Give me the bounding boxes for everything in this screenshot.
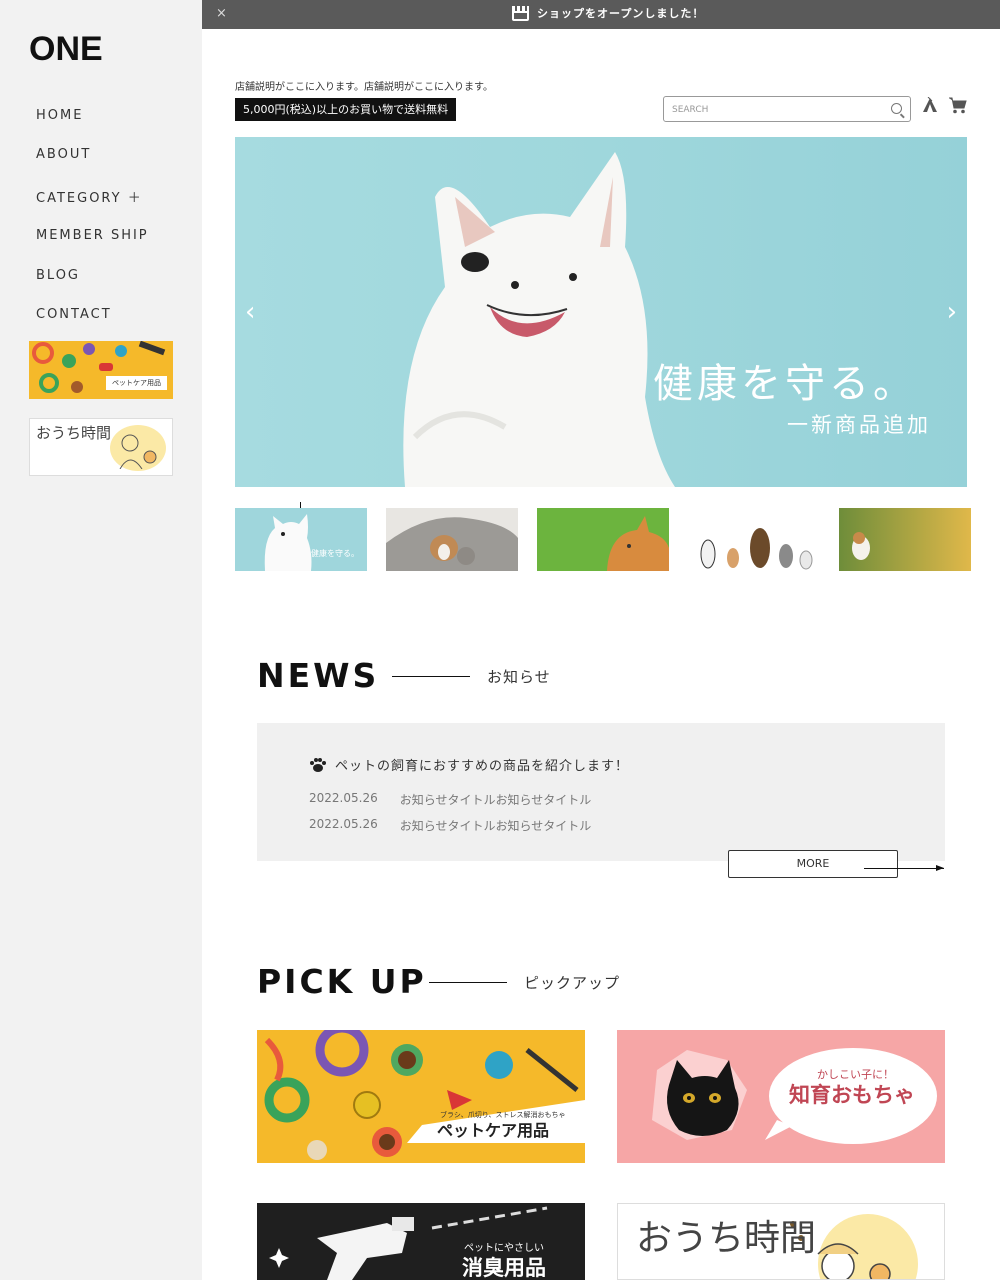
free-shipping-badge: 5,000円(税込)以上のお買い物で送料無料	[235, 98, 457, 121]
nav-category[interactable]: CATEGORY ＋	[36, 187, 143, 206]
news-title: NEWS	[257, 656, 380, 695]
tent-icon[interactable]	[922, 97, 938, 113]
sidebar-banner-petcare[interactable]: ペットケア用品	[29, 341, 173, 399]
sidebar-banner-ouchi[interactable]: おうち時間	[29, 418, 173, 476]
paw-icon	[310, 757, 326, 772]
sidebar-banner-title: おうち時間	[36, 424, 112, 442]
search-input[interactable]	[664, 98, 874, 122]
pickup-title: PICK UP	[257, 962, 427, 1001]
nav-contact[interactable]: CONTACT	[36, 307, 112, 322]
petcare-toys-image	[29, 341, 173, 399]
thumbnail-2[interactable]	[386, 508, 518, 571]
thumbnail-1[interactable]: 健康を守る。	[235, 508, 367, 571]
pickup-card-toys[interactable]: かしこい子に！ 知育おもちゃ	[617, 1030, 945, 1163]
arrow-right-icon	[864, 865, 944, 871]
spray-bottle-image: ペットにやさしい 消臭用品	[257, 1203, 585, 1280]
thumbnail-3[interactable]	[537, 508, 669, 571]
cat-in-grass-image	[537, 508, 669, 571]
close-icon[interactable]: ×	[216, 6, 227, 21]
nav-about[interactable]: ABOUT	[36, 147, 91, 162]
hero-slider[interactable]: ‹ › 健康を守る。 一新商品追加	[235, 137, 967, 487]
nav-membership[interactable]: MEMBER SHIP	[36, 228, 149, 243]
thumbnail-5[interactable]	[839, 508, 971, 571]
announcement-text: ショップをオープンしました！	[537, 7, 705, 20]
samoyed-dog-image	[403, 152, 675, 487]
girl-cat-illustration	[119, 434, 157, 469]
news-item-title: お知らせタイトルお知らせタイトル	[399, 819, 592, 833]
pickup-card-label: おうち時間	[636, 1218, 816, 1259]
dog-cat-blanket-image	[386, 517, 518, 571]
samoyed-thumb-image	[264, 514, 312, 571]
pickup-card-petcare[interactable]: ブラシ、爪切り、ストレス解消おもちゃ ペットケア用品	[257, 1030, 585, 1163]
news-subtitle: お知らせ	[487, 668, 551, 686]
pickup-card-label: ペットケア用品	[437, 1121, 549, 1140]
thumbnail-caption: 健康を守る。	[311, 549, 359, 558]
news-item-date: 2022.05.26	[309, 817, 378, 831]
news-item-title: お知らせタイトルお知らせタイトル	[399, 793, 592, 807]
pickup-card-ouchi[interactable]: おうち時間	[617, 1203, 945, 1280]
pickup-card-small-text: ペットにやさしい	[464, 1242, 544, 1254]
news-headline-text: ペットの飼育におすすめの商品を紹介します！	[335, 759, 630, 774]
news-item[interactable]: 2022.05.26 お知らせタイトルお知らせタイトル	[309, 791, 591, 808]
slider-prev-icon[interactable]: ‹	[245, 297, 255, 327]
news-item[interactable]: 2022.05.26 お知らせタイトルお知らせタイトル	[309, 817, 591, 834]
sidebar-banner-label: ペットケア用品	[106, 376, 167, 390]
search-box	[663, 96, 911, 122]
store-description: 店舗説明がここに入ります。店舗説明がここに入ります。	[235, 82, 493, 93]
news-item-date: 2022.05.26	[309, 791, 378, 805]
pickup-title-divider	[429, 982, 507, 983]
sidebar: ONE HOME ABOUT CATEGORY ＋ MEMBER SHIP BL…	[0, 0, 202, 1280]
site-logo[interactable]: ONE	[29, 30, 103, 69]
news-panel: ペットの飼育におすすめの商品を紹介します！ 2022.05.26 お知らせタイト…	[257, 723, 945, 861]
news-headline[interactable]: ペットの飼育におすすめの商品を紹介します！	[309, 755, 629, 774]
announcement-bar: × ショップをオープンしました！	[202, 0, 1000, 29]
pickup-card-label: 消臭用品	[462, 1256, 546, 1280]
pickup-card-small-text: ブラシ、爪切り、ストレス解消おもちゃ	[440, 1110, 565, 1119]
news-title-divider	[392, 676, 470, 677]
pickup-card-deodorant[interactable]: ペットにやさしい 消臭用品	[257, 1203, 585, 1280]
ouchi-illustration-image: おうち時間	[618, 1204, 944, 1279]
pets-group-image	[700, 528, 813, 570]
news-more-button[interactable]: MORE	[728, 850, 898, 878]
nav-home[interactable]: HOME	[36, 108, 83, 123]
shop-icon	[512, 5, 529, 21]
announcement-message: ショップをオープンしました！	[512, 5, 704, 21]
running-dog-image	[839, 508, 971, 571]
pickup-card-label: 知育おもちゃ	[789, 1083, 915, 1107]
hero-title: 健康を守る。	[653, 361, 917, 407]
pickup-subtitle: ピックアップ	[524, 974, 621, 992]
petcare-toys-image: ブラシ、爪切り、ストレス解消おもちゃ ペットケア用品	[257, 1030, 585, 1163]
black-cat-image: かしこい子に！ 知育おもちゃ	[617, 1030, 945, 1163]
cart-icon[interactable]	[949, 97, 967, 114]
thumbnail-4[interactable]	[688, 508, 820, 571]
pickup-card-small-text: かしこい子に！	[817, 1068, 894, 1081]
slider-next-icon[interactable]: ›	[947, 297, 957, 327]
nav-blog[interactable]: BLOG	[36, 268, 80, 283]
search-icon[interactable]	[891, 103, 902, 114]
hero-subtitle: 一新商品追加	[787, 413, 931, 437]
